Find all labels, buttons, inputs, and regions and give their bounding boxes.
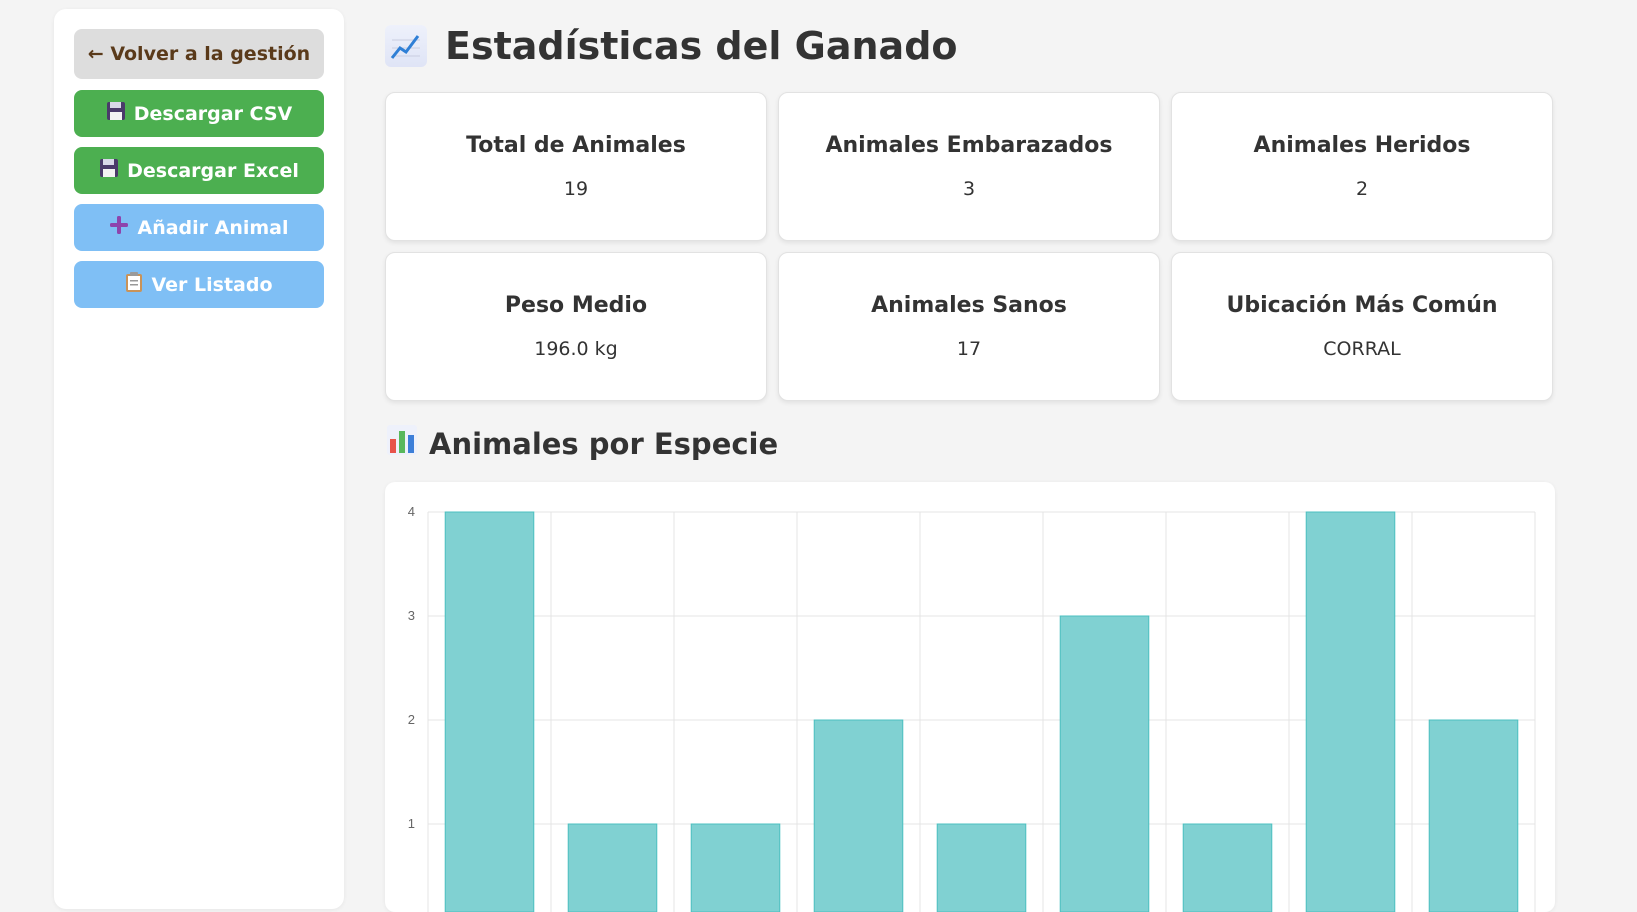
stat-label: Animales Heridos xyxy=(1253,133,1471,158)
stat-label: Peso Medio xyxy=(504,293,648,318)
chart-bar xyxy=(1182,823,1273,912)
y-tick-label: 1 xyxy=(408,816,415,831)
stat-card-injured: Animales Heridos 2 xyxy=(1171,92,1553,241)
chart-bar xyxy=(444,511,535,912)
stat-card-total: Total de Animales 19 xyxy=(385,92,767,241)
stat-label: Ubicación Más Común xyxy=(1226,293,1498,318)
add-animal-label: Añadir Animal xyxy=(137,216,289,239)
chart-bar xyxy=(1428,719,1519,912)
sidebar: ← Volver a la gestión Descargar CSV Desc… xyxy=(54,9,344,909)
chart-increasing-icon xyxy=(385,25,427,67)
clipboard-icon xyxy=(125,272,143,297)
y-tick-label: 2 xyxy=(408,712,415,727)
stat-card-healthy: Animales Sanos 17 xyxy=(778,252,1160,401)
stat-label: Animales Embarazados xyxy=(825,133,1113,158)
section-title: Animales por Especie xyxy=(387,425,778,462)
stat-value: 17 xyxy=(956,338,982,360)
chart-bar xyxy=(1059,615,1150,912)
chart-svg: 1 2 3 4 xyxy=(408,504,1536,912)
stat-value: CORRAL xyxy=(1323,338,1401,360)
chart-bar xyxy=(813,719,904,912)
chart-bar xyxy=(567,823,658,912)
view-list-label: Ver Listado xyxy=(151,273,273,296)
stat-value: 3 xyxy=(962,178,976,200)
section-title-text: Animales por Especie xyxy=(429,426,779,461)
page-title-text: Estadísticas del Ganado xyxy=(445,24,958,68)
chart-bar xyxy=(1305,511,1396,912)
stat-card-pregnant: Animales Embarazados 3 xyxy=(778,92,1160,241)
chart-bar xyxy=(690,823,781,912)
download-excel-button[interactable]: Descargar Excel xyxy=(74,147,324,194)
floppy-disk-icon xyxy=(99,158,119,183)
back-button-label: ← Volver a la gestión xyxy=(87,43,311,65)
download-csv-button[interactable]: Descargar CSV xyxy=(74,90,324,137)
download-csv-label: Descargar CSV xyxy=(133,102,293,125)
y-tick-label: 3 xyxy=(408,608,415,623)
download-excel-label: Descargar Excel xyxy=(127,159,299,182)
page-title: Estadísticas del Ganado xyxy=(385,24,958,68)
floppy-disk-icon xyxy=(106,101,126,126)
add-animal-button[interactable]: Añadir Animal xyxy=(74,204,324,251)
plus-icon xyxy=(109,215,129,240)
stat-label: Total de Animales xyxy=(466,133,686,158)
stats-cards: Total de Animales 19 Animales Embarazado… xyxy=(385,92,1553,401)
bar-chart-icon xyxy=(387,425,417,462)
stat-value: 19 xyxy=(563,178,589,200)
stat-value: 2 xyxy=(1355,178,1369,200)
y-tick-label: 4 xyxy=(408,504,415,519)
back-to-management-button[interactable]: ← Volver a la gestión xyxy=(74,29,324,79)
stat-value: 196.0 kg xyxy=(534,338,618,360)
chart-bar xyxy=(936,823,1027,912)
view-list-button[interactable]: Ver Listado xyxy=(74,261,324,308)
stat-label: Animales Sanos xyxy=(871,293,1067,318)
stat-card-common-location: Ubicación Más Común CORRAL xyxy=(1171,252,1553,401)
species-bar-chart: 1 2 3 4 xyxy=(385,482,1555,912)
stat-card-avg-weight: Peso Medio 196.0 kg xyxy=(385,252,767,401)
